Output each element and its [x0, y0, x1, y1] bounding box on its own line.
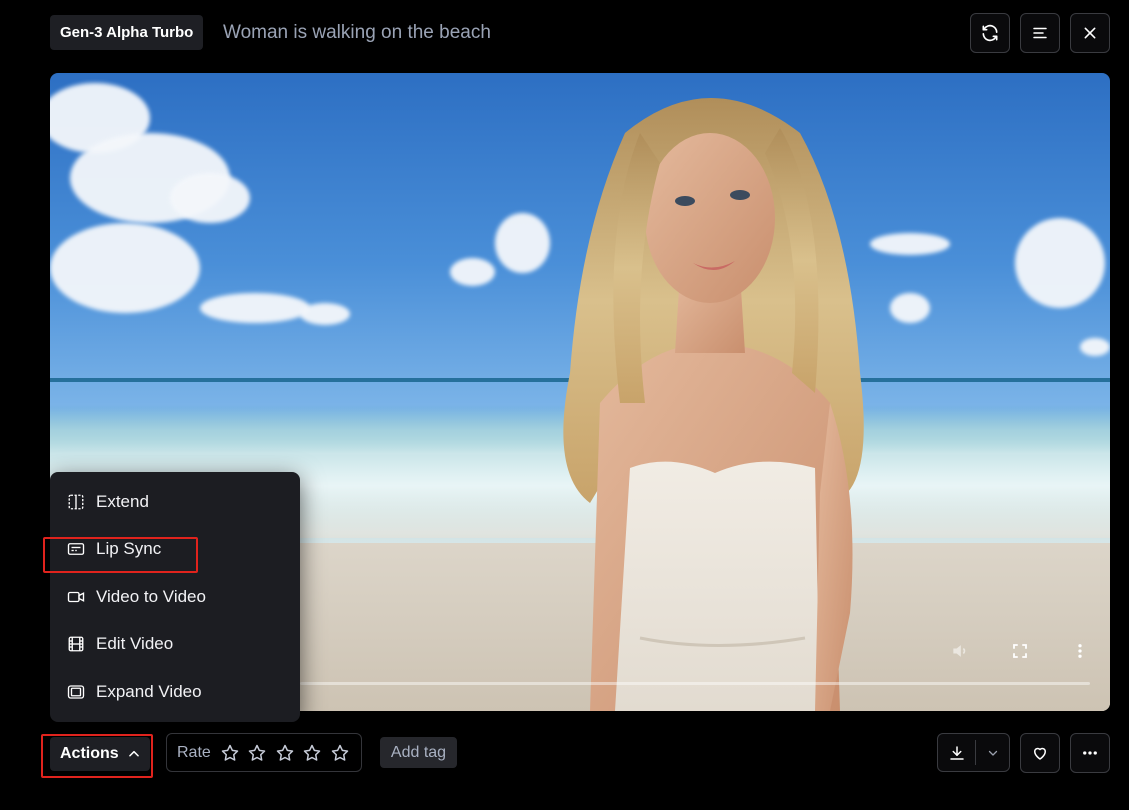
more-horizontal-icon — [1083, 751, 1097, 755]
menu-item-label: Edit Video — [96, 634, 174, 654]
close-icon — [1084, 27, 1096, 39]
menu-item-edit-video[interactable]: Edit Video — [50, 621, 300, 669]
extend-icon — [66, 492, 86, 512]
menu-lines-icon — [1033, 27, 1047, 39]
film-icon — [66, 634, 86, 654]
download-options-button[interactable] — [976, 734, 1009, 771]
video-camera-icon — [66, 587, 86, 607]
more-vertical-icon — [1078, 644, 1082, 658]
expand-icon — [66, 682, 86, 702]
download-button[interactable] — [938, 734, 975, 771]
menu-item-extend[interactable]: Extend — [50, 478, 300, 526]
cloud — [170, 173, 250, 223]
menu-item-label: Video to Video — [96, 586, 206, 606]
menu-item-expand-video[interactable]: Expand Video — [50, 668, 300, 716]
details-button[interactable] — [1020, 13, 1060, 53]
star-icon[interactable] — [274, 742, 296, 764]
cloud — [1080, 338, 1110, 356]
heart-icon — [1034, 747, 1046, 760]
add-tag-button[interactable]: Add tag — [380, 737, 457, 768]
favorite-button[interactable] — [1020, 733, 1060, 773]
star-icon[interactable] — [329, 742, 351, 764]
menu-item-label: Expand Video — [96, 681, 202, 701]
cloud — [50, 223, 200, 313]
rate-label: Rate — [177, 743, 211, 761]
woman-figure — [563, 98, 864, 711]
cloud — [890, 293, 930, 323]
menu-item-label: Extend — [96, 491, 149, 511]
download-icon — [949, 745, 964, 760]
refresh-button[interactable] — [970, 13, 1010, 53]
chevron-up-icon — [128, 750, 139, 757]
volume-button[interactable] — [948, 639, 972, 663]
star-icon[interactable] — [246, 742, 268, 764]
star-icon[interactable] — [301, 742, 323, 764]
prompt-text: Woman is walking on the beach — [223, 22, 491, 43]
cloud — [200, 293, 310, 323]
video-progress-track[interactable] — [300, 682, 1090, 685]
more-options-button[interactable] — [1070, 733, 1110, 773]
model-badge: Gen-3 Alpha Turbo — [50, 15, 204, 50]
refresh-icon — [982, 24, 998, 42]
cloud — [450, 258, 495, 286]
cloud — [300, 303, 350, 325]
fullscreen-button[interactable] — [1008, 639, 1032, 663]
menu-item-video-to-video[interactable]: Video to Video — [50, 573, 300, 621]
actions-label: Actions — [60, 745, 119, 762]
actions-button[interactable]: Actions — [50, 737, 150, 771]
cloud — [1015, 218, 1105, 308]
star-icon[interactable] — [219, 742, 241, 764]
actions-menu: Extend Lip Sync Video to Video Edit Vide… — [50, 472, 300, 722]
fullscreen-icon — [1013, 644, 1027, 658]
lip-sync-highlight — [43, 537, 198, 573]
rating-control: Rate — [166, 733, 362, 772]
chevron-down-icon — [988, 750, 997, 756]
video-more-button[interactable] — [1068, 639, 1092, 663]
close-button[interactable] — [1070, 13, 1110, 53]
download-button-group — [937, 733, 1010, 772]
volume-icon — [953, 645, 966, 657]
